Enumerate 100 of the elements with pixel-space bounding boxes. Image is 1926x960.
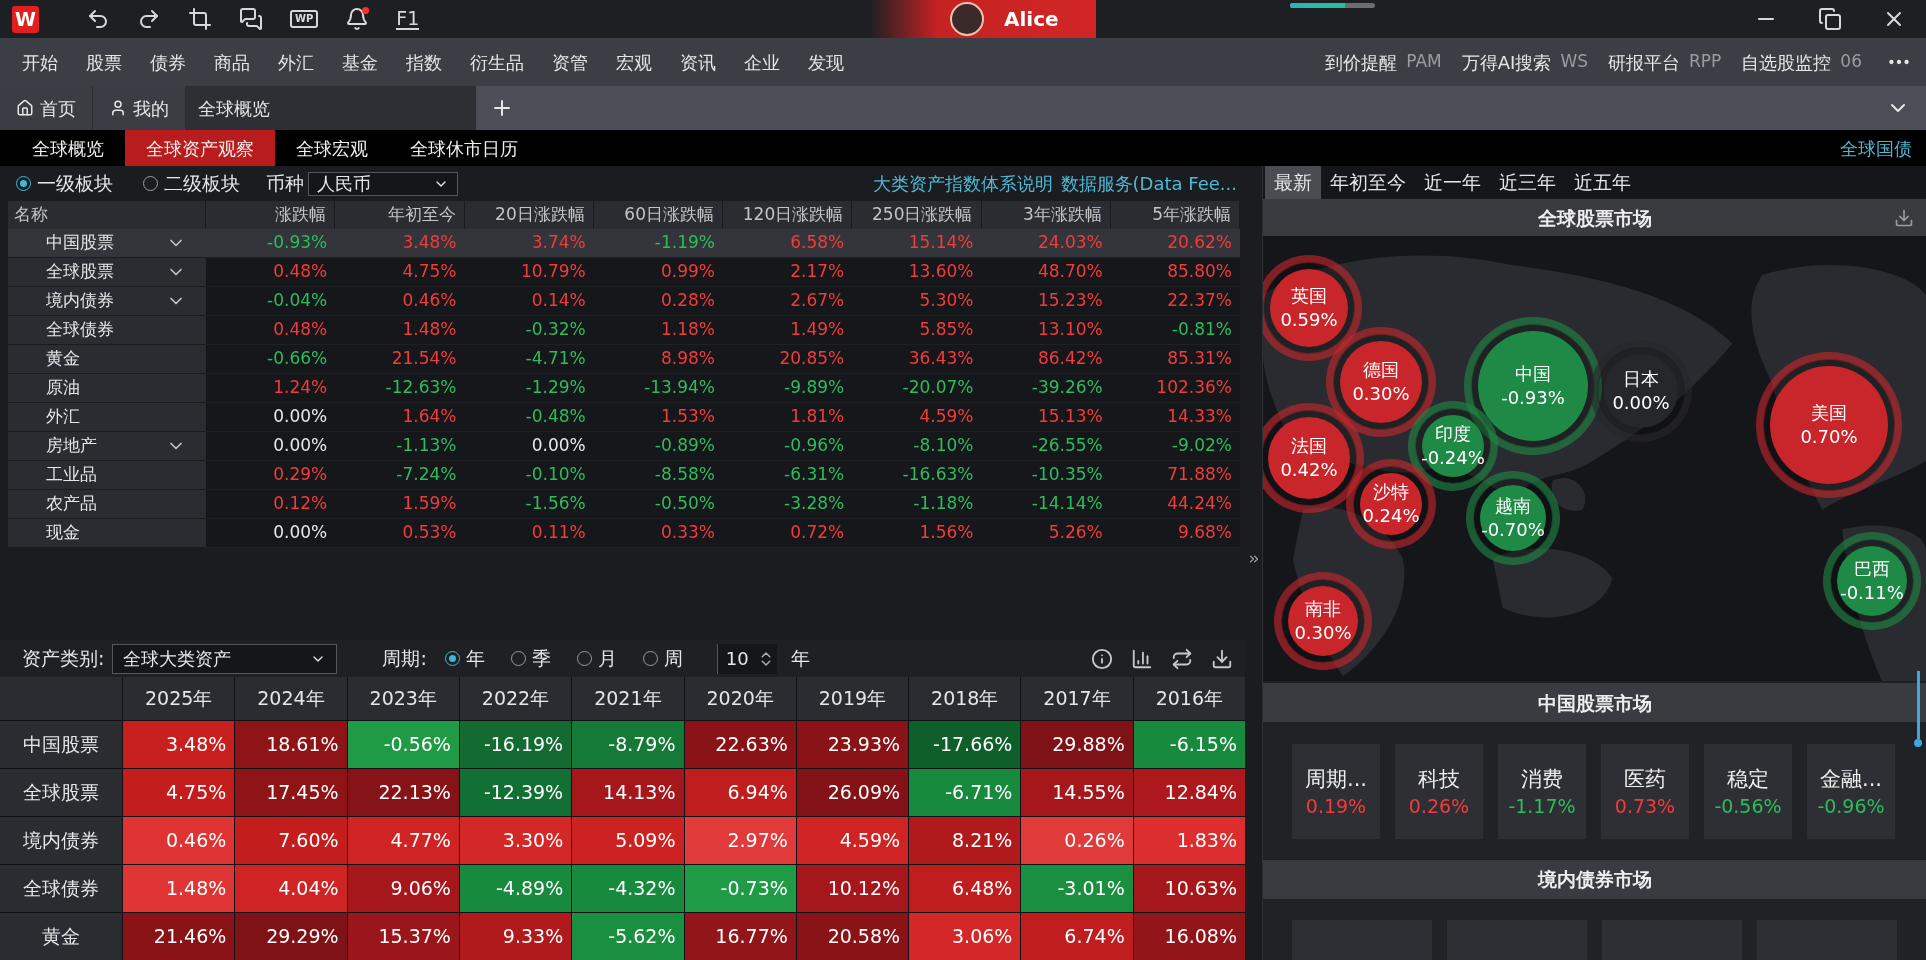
column-header[interactable]: 涨跌幅	[206, 201, 336, 229]
heatmap-cell: -12.39%	[459, 769, 572, 816]
level-radio[interactable]: 一级板块	[16, 169, 113, 198]
sector-card[interactable]: 消费 -1.17%	[1498, 744, 1586, 840]
bar-chart-icon[interactable]	[1131, 647, 1153, 670]
info-link[interactable]: 数据服务(Data Fee...	[1060, 170, 1237, 197]
info-icon[interactable]	[1091, 647, 1113, 670]
menu-shortcut[interactable]: 到价提醒 PAM	[1325, 48, 1442, 76]
menu-item[interactable]: 企业	[730, 48, 794, 76]
sub-tab[interactable]: 全球资产观察	[125, 130, 275, 166]
period-radio[interactable]: 周	[642, 644, 683, 673]
sector-card[interactable]: 医药 0.73%	[1601, 744, 1689, 840]
tab[interactable]: 首页	[0, 86, 93, 130]
column-header[interactable]: 5年涨跌幅	[1110, 201, 1240, 229]
sub-tab[interactable]: 全球休市日历	[389, 130, 539, 166]
period-radio[interactable]: 季	[510, 644, 551, 673]
sub-tab[interactable]: 全球概览	[11, 130, 125, 166]
sector-name: 金融...	[1820, 765, 1882, 793]
info-link[interactable]: 大类资产指数体系说明	[872, 170, 1053, 197]
column-header[interactable]: 名称	[8, 201, 206, 229]
period-radio[interactable]: 月	[576, 644, 617, 673]
country-change: 0.24%	[1362, 504, 1420, 529]
category-select[interactable]: 全球大类资产	[112, 643, 338, 674]
menu-item[interactable]: 股票	[72, 48, 136, 76]
sector-card[interactable]: 周期... 0.19%	[1292, 744, 1380, 840]
sector-card[interactable]: 金融... -0.96%	[1807, 744, 1895, 840]
row-name-cell[interactable]: 中国股票	[8, 229, 206, 258]
level-radio[interactable]: 二级板块	[143, 169, 240, 198]
heatmap-cell: -16.19%	[459, 721, 572, 768]
menu-item[interactable]: 指数	[392, 48, 456, 76]
sector-card[interactable]: 科技 0.26%	[1395, 744, 1483, 840]
heatmap-cell: 0.26%	[1021, 817, 1133, 864]
row-name-cell[interactable]: 原油	[8, 374, 206, 403]
download-icon[interactable]	[1211, 647, 1233, 670]
currency-select[interactable]: 人民币	[308, 171, 458, 196]
sub-tab[interactable]: 全球宏观	[275, 130, 389, 166]
menu-shortcut[interactable]: 自选股监控 06	[1741, 48, 1862, 76]
row-name-cell[interactable]: 境内债券	[8, 287, 206, 316]
menu-item[interactable]: 衍生品	[456, 48, 538, 76]
period-tab[interactable]: 年初至今	[1321, 166, 1415, 200]
table-cell: -1.18%	[852, 490, 982, 519]
crop-icon[interactable]	[188, 7, 212, 31]
bell-icon[interactable]	[345, 7, 370, 31]
menu-item[interactable]: 资讯	[666, 48, 730, 76]
row-name-cell[interactable]: 工业品	[8, 461, 206, 490]
help-key[interactable]: F1	[396, 8, 420, 30]
menu-item[interactable]: 商品	[200, 48, 264, 76]
restore-icon[interactable]	[1818, 7, 1842, 31]
heatmap-cell: 4.59%	[796, 817, 909, 864]
row-name-cell[interactable]: 外汇	[8, 403, 206, 432]
menu-item[interactable]: 宏观	[602, 48, 666, 76]
menu-shortcut[interactable]: 万得AI搜索 WS	[1461, 48, 1589, 76]
column-header[interactable]: 120日涨跌幅	[723, 201, 853, 229]
tab[interactable]: 全球概览	[186, 86, 476, 130]
table-cell: 0.11%	[464, 519, 594, 548]
scrollbar[interactable]	[1914, 671, 1922, 747]
heatmap-cell: 1.48%	[123, 865, 235, 912]
menu-item[interactable]: 基金	[328, 48, 392, 76]
user-banner[interactable]: Alice	[870, 0, 1096, 38]
menu-item[interactable]: 资管	[538, 48, 602, 76]
redo-icon[interactable]	[137, 7, 161, 31]
period-radio[interactable]: 年	[444, 644, 485, 673]
count-field[interactable]: 10	[716, 643, 777, 674]
period-tab[interactable]: 近三年	[1490, 166, 1565, 200]
row-name-cell[interactable]: 黄金	[8, 345, 206, 374]
column-header[interactable]: 3年涨跌幅	[981, 201, 1111, 229]
heatmap-cell: 21.46%	[123, 913, 235, 960]
wp-button[interactable]: WP	[290, 10, 319, 28]
bond-link[interactable]: 全球国债	[1840, 130, 1912, 166]
menu-item[interactable]: 发现	[794, 48, 858, 76]
column-header[interactable]: 250日涨跌幅	[852, 201, 982, 229]
table-cell: -1.19%	[593, 229, 723, 258]
period-tab[interactable]: 近五年	[1565, 166, 1640, 200]
undo-icon[interactable]	[86, 7, 110, 31]
column-header[interactable]: 年初至今	[335, 201, 465, 229]
table-cell: -39.26%	[981, 374, 1111, 403]
menu-item[interactable]: 债券	[136, 48, 200, 76]
tab-label: 我的	[133, 96, 169, 121]
row-name-cell[interactable]: 农产品	[8, 490, 206, 519]
sector-card[interactable]: 稳定 -0.56%	[1704, 744, 1792, 840]
tab[interactable]: 我的	[93, 86, 186, 130]
period-tab[interactable]: 最新	[1265, 166, 1321, 200]
menu-item[interactable]: 外汇	[264, 48, 328, 76]
row-name-cell[interactable]: 现金	[8, 519, 206, 548]
swap-icon[interactable]	[1171, 647, 1193, 670]
table-cell: 0.53%	[335, 519, 465, 548]
download-icon[interactable]	[1894, 208, 1914, 229]
logo[interactable]: W	[12, 5, 39, 33]
period-tab[interactable]: 近一年	[1415, 166, 1490, 200]
row-name-cell[interactable]: 全球股票	[8, 258, 206, 287]
year-header: 2021年	[572, 677, 684, 720]
column-header[interactable]: 20日涨跌幅	[464, 201, 594, 229]
menu-item[interactable]: 开始	[8, 48, 72, 76]
chat-icon[interactable]	[239, 7, 263, 31]
row-name-cell[interactable]: 全球债券	[8, 316, 206, 345]
menu-shortcut[interactable]: 研报平台 RPP	[1608, 48, 1722, 76]
column-header[interactable]: 60日涨跌幅	[593, 201, 723, 229]
row-name-cell[interactable]: 房地产	[8, 432, 206, 461]
radio-label: 二级板块	[164, 171, 240, 197]
table-cell: -7.24%	[335, 461, 465, 490]
